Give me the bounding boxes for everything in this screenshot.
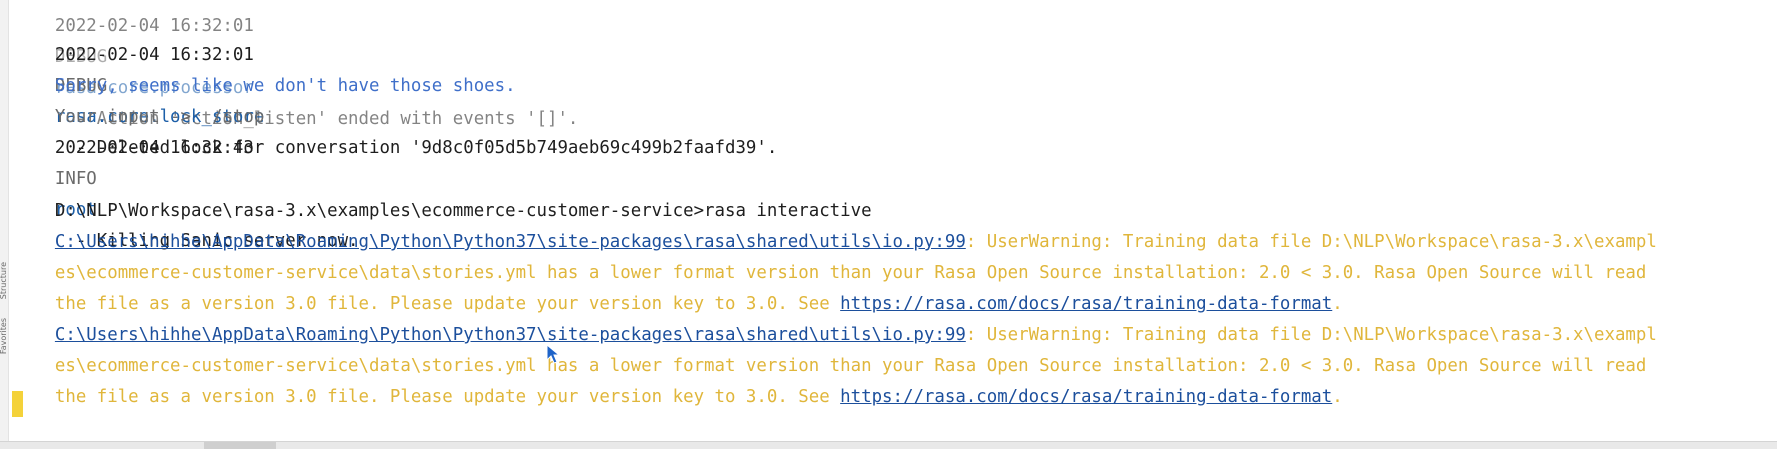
tool-window-strip: Structure Favorites [0, 0, 9, 441]
warning-text: the file as a version 3.0 file. Please u… [54, 387, 841, 407]
warning-line: C:\Users\hihhe\AppData\Roaming\Python\Py… [13, 289, 1657, 345]
structure-tab[interactable]: Structure [0, 262, 9, 299]
user-input-prompt: Your input -> /stop [13, 71, 264, 127]
docs-link[interactable]: https://rasa.com/docs/rasa/training-data… [840, 387, 1332, 407]
warning-line: the file as a version 3.0 file. Please u… [13, 258, 1343, 314]
warning-line: es\ecommerce-customer-service\data\stori… [13, 227, 1646, 283]
warning-text: . [1332, 387, 1343, 407]
warning-line: C:\Users\hihhe\AppData\Roaming\Python\Py… [13, 196, 1657, 252]
favorites-tab[interactable]: Favorites [0, 318, 9, 354]
warning-line: the file as a version 3.0 file. Please u… [13, 351, 1343, 407]
log-line: 2022-02-04 16:32:43 INFO root - Killing … [13, 102, 359, 251]
bot-message: Sorry, seems like we don't have those sh… [13, 40, 516, 96]
terminal-console[interactable]: Structure Favorites 2022-02-04 16:32:01 … [0, 0, 1777, 441]
warning-line: es\ecommerce-customer-service\data\stori… [13, 320, 1646, 376]
log-line: 2022-02-04 16:32:01 DEBUG rasa.core.lock… [13, 9, 777, 158]
text-caret [12, 391, 23, 417]
log-timestamp: 2022-02-04 16:32:43 [54, 138, 254, 158]
mouse-pointer-icon [546, 344, 560, 364]
shell-command: D:\NLP\Workspace\rasa-3.x\examples\ecomm… [13, 165, 872, 221]
